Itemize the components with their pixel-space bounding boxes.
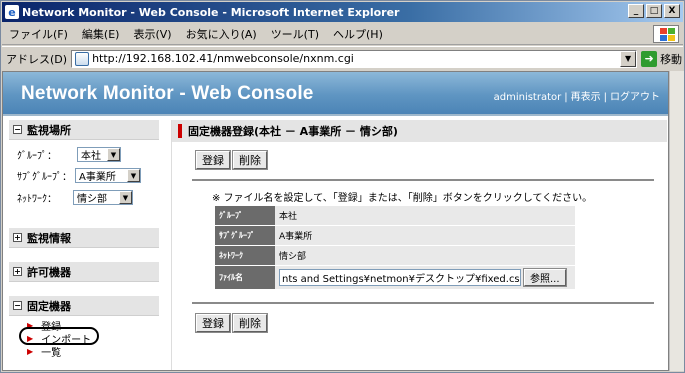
table-row: ﾈｯﾄﾜｰｸ 情シ部 xyxy=(215,246,575,266)
arrow-right-icon: ▶ xyxy=(27,347,34,356)
window-title: Network Monitor - Web Console - Microsof… xyxy=(22,5,400,19)
close-button[interactable]: X xyxy=(664,4,680,18)
chevron-down-icon: ▼ xyxy=(107,148,120,161)
group-select[interactable]: 本社 ▼ xyxy=(77,147,121,162)
row-label: ﾈｯﾄﾜｰｸ xyxy=(215,246,275,266)
page-icon xyxy=(75,51,90,66)
app-header: Network Monitor - Web Console administra… xyxy=(3,72,668,116)
expand-icon[interactable]: + xyxy=(13,267,22,276)
menu-tools[interactable]: ツール(T) xyxy=(264,26,326,42)
delete-button[interactable]: 削除 xyxy=(232,150,268,170)
section-permitted-devices[interactable]: + 許可機器 xyxy=(9,262,159,282)
collapse-icon[interactable]: − xyxy=(13,125,22,134)
section-title: 固定機器 xyxy=(27,299,71,313)
expand-icon[interactable]: + xyxy=(13,233,22,242)
header-links: administrator | 再表示 | ログアウト xyxy=(493,92,660,103)
section-title: 監視場所 xyxy=(27,123,71,137)
address-url: http://192.168.102.41/nmwebconsole/nxnm.… xyxy=(92,52,354,65)
instruction-text: ※ ファイル名を設定して、「登録」または、「削除」ボタンをクリックしてください。 xyxy=(212,193,593,204)
row-label: ｻﾌﾞｸﾞﾙｰﾌﾟ xyxy=(215,226,275,246)
minimize-button[interactable]: _ xyxy=(628,4,644,18)
menu-help[interactable]: ヘルプ(H) xyxy=(326,26,390,42)
chevron-down-icon: ▼ xyxy=(127,169,140,182)
app-title: Network Monitor - Web Console xyxy=(21,83,314,104)
bottom-button-row: 登録 削除 xyxy=(195,313,268,333)
network-label: ﾈｯﾄﾜｰｸ： xyxy=(17,194,57,205)
file-path-input[interactable]: nts and Settings¥netmon¥デスクトップ¥fixed.csv xyxy=(279,269,521,286)
group-value: 本社 xyxy=(81,151,101,162)
row-label: ｸﾞﾙｰﾌﾟ xyxy=(215,206,275,226)
register-button[interactable]: 登録 xyxy=(195,150,231,170)
go-label: 移動 xyxy=(660,52,683,66)
table-row: ｻﾌﾞｸﾞﾙｰﾌﾟ A事業所 xyxy=(215,226,575,246)
form-table: ｸﾞﾙｰﾌﾟ 本社 ｻﾌﾞｸﾞﾙｰﾌﾟ A事業所 ﾈｯﾄﾜｰｸ 情シ部 ﾌｧｲﾙ… xyxy=(215,206,575,290)
address-input[interactable]: http://192.168.102.41/nmwebconsole/nxnm.… xyxy=(71,49,638,68)
file-cell: nts and Settings¥netmon¥デスクトップ¥fixed.csv… xyxy=(275,266,575,290)
user-link[interactable]: administrator xyxy=(494,92,562,103)
sidebar: − 監視場所 ｸﾞﾙｰﾌﾟ： 本社 ▼ ｻﾌﾞｸﾞﾙｰﾌﾟ： A事業所 ▼ ﾈｯ… xyxy=(9,120,159,370)
web-page: Network Monitor - Web Console administra… xyxy=(2,71,669,371)
section-fixed-devices[interactable]: − 固定機器 xyxy=(9,296,159,316)
refresh-link[interactable]: 再表示 xyxy=(571,92,601,103)
menu-view[interactable]: 表示(V) xyxy=(126,26,178,42)
subgroup-label: ｻﾌﾞｸﾞﾙｰﾌﾟ： xyxy=(17,172,72,183)
table-row: ｸﾞﾙｰﾌﾟ 本社 xyxy=(215,206,575,226)
ie-icon: e xyxy=(5,5,19,19)
subgroup-value: A事業所 xyxy=(79,172,116,183)
sidebar-item-list[interactable]: ▶ 一覧 xyxy=(27,344,61,359)
collapse-icon[interactable]: − xyxy=(13,301,22,310)
address-label: アドレス(D) xyxy=(6,52,68,66)
highlight-circle xyxy=(19,327,99,345)
address-bar: アドレス(D) http://192.168.102.41/nmwebconso… xyxy=(2,46,683,70)
main-panel: 固定機器登録(本社 － A事業所 － 情シ部) 登録 削除 ※ ファイル名を設定… xyxy=(171,120,667,370)
title-bar: e Network Monitor - Web Console - Micros… xyxy=(2,2,683,22)
section-title: 許可機器 xyxy=(27,265,71,279)
network-value: 情シ部 xyxy=(77,194,107,205)
chevron-down-icon: ▼ xyxy=(119,191,132,204)
top-button-row: 登録 削除 xyxy=(195,150,268,170)
subgroup-row: ｻﾌﾞｸﾞﾙｰﾌﾟ： A事業所 ▼ xyxy=(17,168,141,183)
file-row: ﾌｧｲﾙ名 nts and Settings¥netmon¥デスクトップ¥fix… xyxy=(215,266,575,290)
row-value: 本社 xyxy=(275,206,575,226)
subgroup-select[interactable]: A事業所 ▼ xyxy=(75,168,141,183)
register-button[interactable]: 登録 xyxy=(195,313,231,333)
divider xyxy=(192,302,654,304)
group-label: ｸﾞﾙｰﾌﾟ： xyxy=(17,151,57,162)
delete-button[interactable]: 削除 xyxy=(232,313,268,333)
menu-file[interactable]: ファイル(F) xyxy=(2,26,75,42)
page-title: 固定機器登録(本社 － A事業所 － 情シ部) xyxy=(188,125,398,138)
go-button[interactable]: ➜ 移動 xyxy=(641,50,683,67)
menu-bar: ファイル(F) 編集(E) 表示(V) お気に入り(A) ツール(T) ヘルプ(… xyxy=(2,23,683,45)
menu-favorites[interactable]: お気に入り(A) xyxy=(179,26,264,42)
sidebar-item-label: 一覧 xyxy=(41,348,62,359)
go-arrow-icon: ➜ xyxy=(641,50,658,67)
network-row: ﾈｯﾄﾜｰｸ： 情シ部 ▼ xyxy=(17,190,133,205)
menu-edit[interactable]: 編集(E) xyxy=(75,26,127,42)
windows-logo-icon xyxy=(653,25,679,43)
section-title: 監視情報 xyxy=(27,231,71,245)
row-value: A事業所 xyxy=(275,226,575,246)
network-select[interactable]: 情シ部 ▼ xyxy=(73,190,133,205)
browse-button[interactable]: 参照... xyxy=(523,268,567,287)
file-label: ﾌｧｲﾙ名 xyxy=(215,266,275,290)
page-title-bar: 固定機器登録(本社 － A事業所 － 情シ部) xyxy=(172,120,667,142)
section-monitor-location[interactable]: − 監視場所 xyxy=(9,120,159,140)
row-value: 情シ部 xyxy=(275,246,575,266)
section-monitor-info[interactable]: + 監視情報 xyxy=(9,228,159,248)
browser-window: e Network Monitor - Web Console - Micros… xyxy=(0,0,685,373)
vertical-scrollbar[interactable] xyxy=(669,71,684,371)
address-dropdown-icon[interactable]: ▼ xyxy=(620,50,637,67)
title-marker xyxy=(178,124,182,138)
group-row: ｸﾞﾙｰﾌﾟ： 本社 ▼ xyxy=(17,147,121,162)
divider xyxy=(192,179,654,181)
maximize-button[interactable]: □ xyxy=(646,4,662,18)
logout-link[interactable]: ログアウト xyxy=(610,92,660,103)
